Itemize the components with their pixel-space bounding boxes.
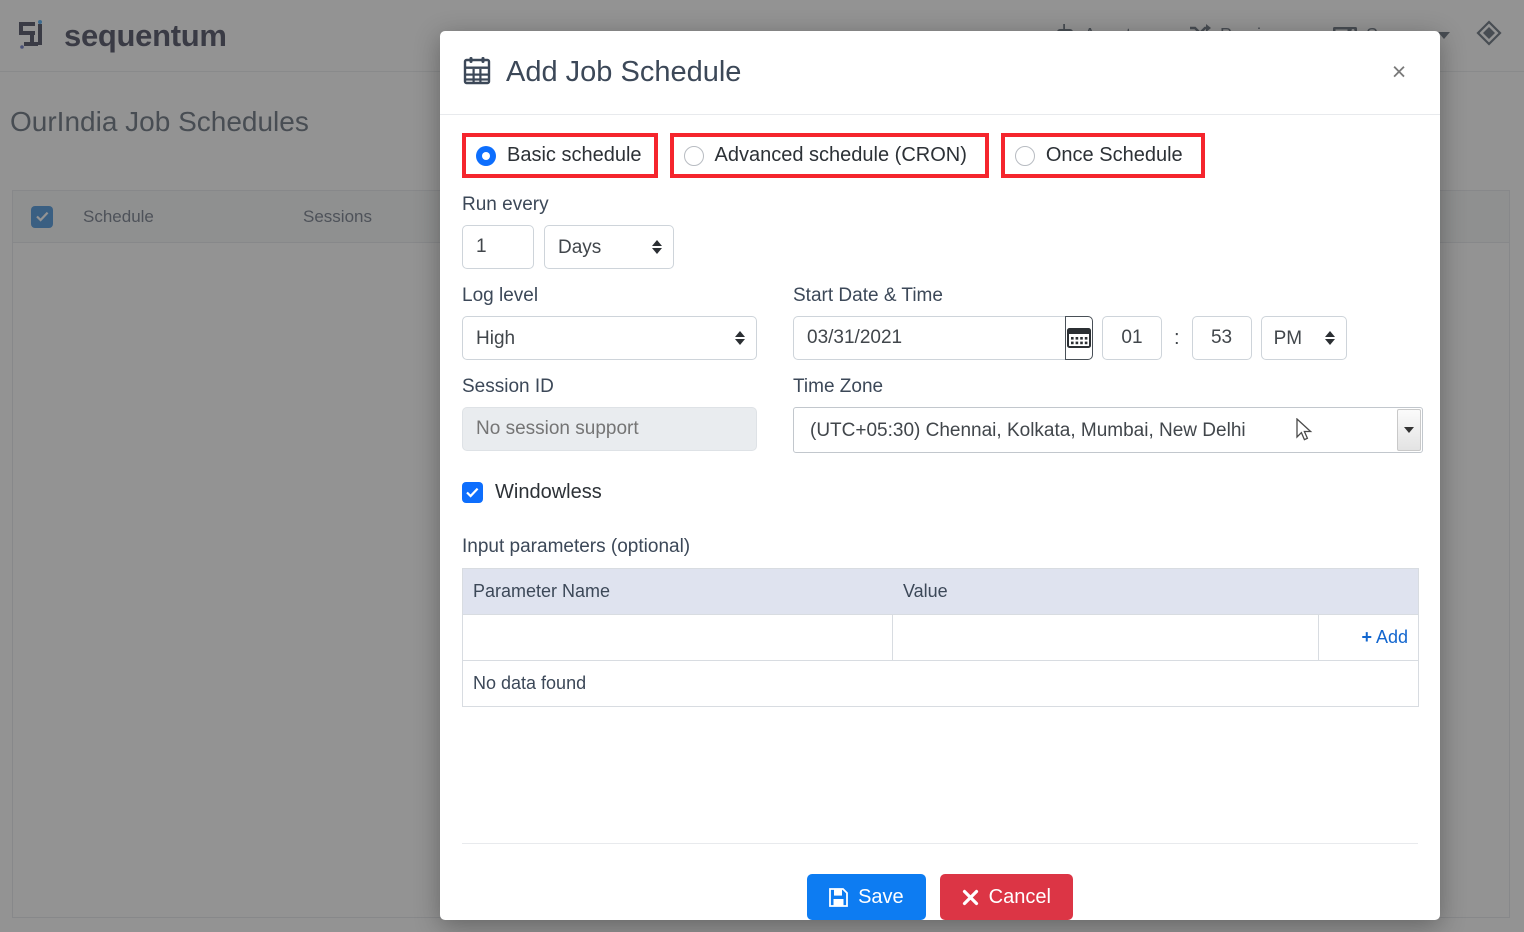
start-hour-input[interactable] xyxy=(1102,316,1162,360)
start-datetime-label: Start Date & Time xyxy=(793,285,943,306)
timezone-section: Time Zone (UTC+05:30) Chennai, Kolkata, … xyxy=(793,376,1423,453)
session-timezone-row: Session ID Time Zone (UTC+05:30) Chennai… xyxy=(462,376,1423,453)
schedule-type-group: Basic schedule Advanced schedule (CRON) … xyxy=(462,133,1418,178)
time-separator: : xyxy=(1174,326,1180,349)
input-parameters-table: Parameter Name Value + Add No data found xyxy=(461,568,1420,707)
date-input-group xyxy=(793,316,1093,360)
cancel-label: Cancel xyxy=(988,885,1051,908)
table-header-row: Parameter Name Value xyxy=(462,568,1419,615)
log-level-wrap: High xyxy=(462,316,757,360)
session-id-section: Session ID xyxy=(462,376,757,453)
dialog-header: Add Job Schedule × xyxy=(440,31,1440,115)
start-date-input[interactable] xyxy=(793,316,1065,360)
start-datetime-section: Start Date & Time 03/31/2021 01: 53 PM xyxy=(793,285,1423,360)
calendar-icon xyxy=(462,56,492,90)
add-job-schedule-dialog: Add Job Schedule × Basic schedule Advanc… xyxy=(440,31,1440,920)
floppy-disk-icon xyxy=(829,887,848,907)
close-icon[interactable]: × xyxy=(1384,58,1414,88)
dialog-title: Add Job Schedule xyxy=(506,56,742,88)
input-parameters-section: Input parameters (optional) Parameter Na… xyxy=(461,536,1420,707)
column-header-parameter-name: Parameter Name xyxy=(462,568,893,615)
run-every-unit-select[interactable]: Days xyxy=(544,225,674,269)
cell-add: + Add xyxy=(1317,614,1420,661)
calendar-picker-icon[interactable] xyxy=(1065,316,1093,360)
dialog-footer: Save Cancel xyxy=(462,843,1418,920)
input-parameters-label: Input parameters (optional) xyxy=(462,536,691,557)
cancel-button[interactable]: Cancel xyxy=(939,874,1073,920)
log-level-select[interactable]: High xyxy=(462,316,757,360)
log-level-label: Log level xyxy=(462,285,539,306)
radio-icon-unselected xyxy=(1014,145,1035,166)
dialog-body: Basic schedule Advanced schedule (CRON) … xyxy=(440,115,1440,817)
start-minute-input[interactable] xyxy=(1191,316,1252,360)
no-data-message: No data found xyxy=(462,660,1419,707)
radio-label-advanced-schedule: Advanced schedule (CRON) xyxy=(714,144,967,166)
add-label: Add xyxy=(1375,627,1408,647)
windowless-row[interactable]: Windowless xyxy=(462,481,1418,504)
run-every-label: Run every xyxy=(462,194,549,215)
meridiem-select[interactable]: PM xyxy=(1260,316,1347,360)
windowless-checkbox[interactable] xyxy=(462,482,483,503)
radio-icon-unselected xyxy=(683,145,704,166)
save-label: Save xyxy=(858,885,904,908)
table-row-empty: No data found xyxy=(462,660,1419,707)
table-row-new-entry: + Add xyxy=(461,614,1420,661)
log-level-section: Log level High xyxy=(462,285,757,360)
cell-parameter-name[interactable] xyxy=(461,614,894,661)
times-icon xyxy=(962,889,979,906)
run-every-section: Run every Days xyxy=(462,194,1418,269)
windowless-label: Windowless xyxy=(495,481,602,503)
run-every-input[interactable] xyxy=(462,225,534,269)
save-button[interactable]: Save xyxy=(807,874,926,920)
meridiem-wrap: PM xyxy=(1260,316,1347,360)
radio-label-basic-schedule: Basic schedule xyxy=(507,144,642,166)
timezone-label: Time Zone xyxy=(793,376,884,397)
column-header-value: Value xyxy=(892,568,1419,615)
cell-value[interactable] xyxy=(892,614,1319,661)
session-id-label: Session ID xyxy=(462,376,554,397)
loglevel-datetime-row: Log level High Start Date & Time 03/31/2… xyxy=(462,285,1418,360)
radio-basic-schedule[interactable]: Basic schedule xyxy=(462,133,658,178)
radio-label-once-schedule: Once Schedule xyxy=(1045,144,1183,166)
timezone-wrap: (UTC+05:30) Chennai, Kolkata, Mumbai, Ne… xyxy=(793,407,1423,453)
radio-advanced-schedule[interactable]: Advanced schedule (CRON) xyxy=(669,133,989,178)
plus-icon: + xyxy=(1361,627,1372,647)
run-every-unit-wrap: Days xyxy=(544,225,674,269)
radio-icon-selected xyxy=(476,145,496,166)
session-id-input[interactable] xyxy=(462,407,757,451)
radio-once-schedule[interactable]: Once Schedule xyxy=(1000,133,1205,178)
timezone-select[interactable]: (UTC+05:30) Chennai, Kolkata, Mumbai, Ne… xyxy=(793,407,1423,453)
add-parameter-button[interactable]: + Add xyxy=(1361,627,1408,647)
